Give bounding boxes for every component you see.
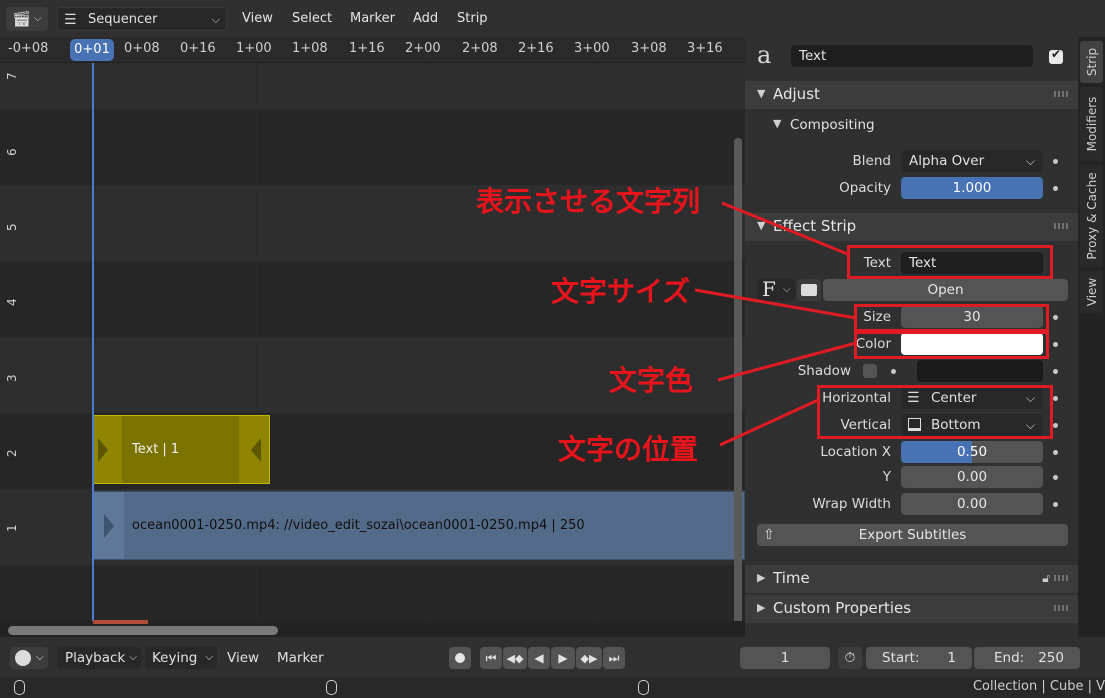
end-frame-field[interactable]: End: 250 bbox=[974, 647, 1080, 669]
jump-start-button[interactable]: ⏮ bbox=[480, 647, 502, 669]
timeline-editor-button[interactable]: ⌵ bbox=[10, 647, 48, 669]
mouse-middle-icon bbox=[326, 680, 337, 695]
play-icon: ▶ bbox=[558, 651, 568, 665]
start-value: 1 bbox=[947, 650, 956, 666]
stopwatch-icon: ⏱ bbox=[844, 650, 856, 666]
status-info: Collection | Cube | V bbox=[972, 679, 1105, 694]
footer-marker-menu[interactable]: Marker bbox=[277, 647, 324, 669]
annotation-arrows bbox=[694, 201, 857, 447]
start-label: Start: bbox=[882, 650, 920, 666]
prev-keyframe-button[interactable]: ◀◆ bbox=[503, 647, 527, 669]
jump-start-icon: ⏮ bbox=[485, 651, 497, 665]
prev-keyframe-icon: ◀◆ bbox=[506, 652, 524, 665]
mouse-right-icon bbox=[638, 680, 649, 695]
annotation-text-position: 文字の位置 bbox=[558, 433, 699, 466]
start-frame-field[interactable]: Start: 1 bbox=[866, 647, 972, 669]
current-frame-field[interactable]: 1 bbox=[740, 647, 830, 669]
keying-label: Keying bbox=[152, 650, 198, 666]
preview-range-button[interactable]: ⏱ bbox=[838, 647, 862, 669]
chevron-down-icon: ⌵ bbox=[129, 652, 137, 663]
clock-icon bbox=[15, 650, 31, 666]
keying-menu[interactable]: Keying ⌵ bbox=[145, 647, 217, 669]
chevron-down-icon: ⌵ bbox=[205, 652, 213, 663]
annotation-text-size: 文字サイズ bbox=[551, 275, 691, 308]
record-icon bbox=[455, 653, 465, 663]
record-button[interactable] bbox=[449, 647, 471, 669]
mouse-left-icon bbox=[14, 680, 25, 695]
next-keyframe-button[interactable]: ◆▶ bbox=[576, 647, 602, 669]
next-keyframe-icon: ◆▶ bbox=[580, 652, 598, 665]
playback-label: Playback bbox=[65, 650, 126, 666]
playback-menu[interactable]: Playback ⌵ bbox=[57, 647, 141, 669]
annotation-text-color: 文字色 bbox=[609, 364, 694, 397]
play-button[interactable]: ▶ bbox=[551, 647, 575, 669]
status-bar: Collection | Cube | V bbox=[0, 677, 1105, 698]
footer-view-menu[interactable]: View bbox=[227, 647, 259, 669]
jump-end-button[interactable]: ⏭ bbox=[603, 647, 625, 669]
jump-end-icon: ⏭ bbox=[608, 651, 620, 665]
annotation-text-string: 表示させる文字列 bbox=[476, 185, 701, 218]
end-value: 250 bbox=[1038, 650, 1064, 666]
play-reverse-icon: ◀ bbox=[534, 651, 544, 665]
timeline-footer: ⌵ Playback ⌵ Keying ⌵ View Marker ⏮ ◀◆ ◀… bbox=[0, 637, 1105, 677]
end-label: End: bbox=[994, 650, 1025, 666]
play-reverse-button[interactable]: ◀ bbox=[528, 647, 550, 669]
chevron-down-icon: ⌵ bbox=[36, 652, 44, 663]
current-frame-value: 1 bbox=[780, 650, 790, 666]
